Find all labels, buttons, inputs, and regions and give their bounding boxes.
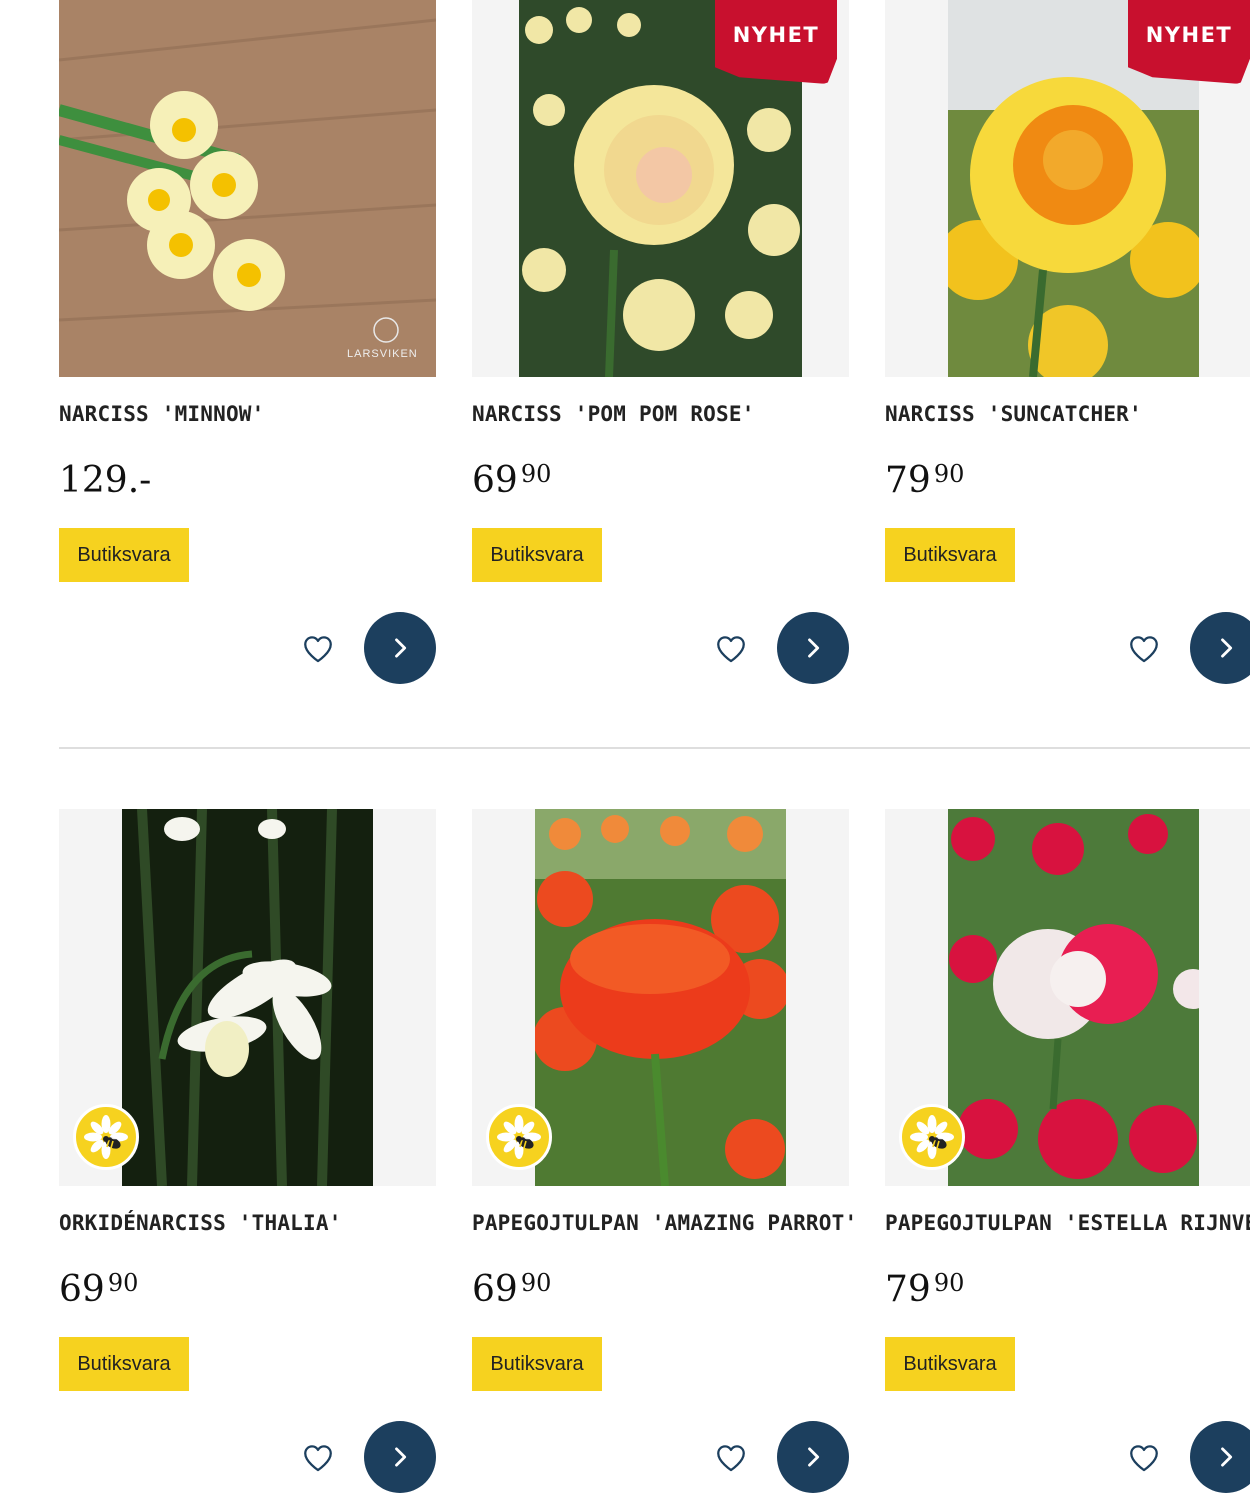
chevron-right-icon: [386, 634, 414, 662]
chevron-right-icon: [1212, 1443, 1240, 1471]
heart-icon: [1127, 632, 1161, 666]
bee-friendly-icon: [902, 1107, 962, 1167]
product-price: 69 90: [472, 460, 551, 501]
product-title[interactable]: PAPEGOJTULPAN 'AMAZING PARROT': [472, 1211, 857, 1235]
product-title[interactable]: PAPEGOJTULPAN 'ESTELLA RIJNVELD': [885, 1211, 1250, 1235]
store-item-tag: Butiksvara: [59, 1337, 189, 1391]
view-product-button[interactable]: [777, 612, 849, 684]
price-main: 79: [885, 460, 931, 501]
price-decimals: 90: [107, 1269, 139, 1297]
product-photo: [122, 809, 373, 1186]
heart-icon: [1127, 1441, 1161, 1475]
view-product-button[interactable]: [1190, 1421, 1250, 1493]
favorite-button[interactable]: [1123, 1437, 1165, 1479]
price-main: 69: [472, 460, 518, 501]
bee-friendly-icon: [76, 1107, 136, 1167]
favorite-button[interactable]: [297, 628, 339, 670]
bee-friendly-badge: [899, 1104, 965, 1170]
heart-icon: [714, 632, 748, 666]
price-decimals: 90: [933, 460, 965, 488]
favorite-button[interactable]: [710, 628, 752, 670]
chevron-right-icon: [1212, 634, 1240, 662]
chevron-right-icon: [799, 1443, 827, 1471]
favorite-button[interactable]: [297, 1437, 339, 1479]
chevron-right-icon: [386, 1443, 414, 1471]
product-image[interactable]: NYHET: [472, 0, 849, 377]
bee-friendly-badge: [73, 1104, 139, 1170]
product-price: 79 90: [885, 460, 964, 501]
product-image[interactable]: LARSVIKEN: [59, 0, 436, 377]
price-decimals: 90: [520, 460, 552, 488]
store-item-tag: Butiksvara: [472, 528, 602, 582]
store-item-tag: Butiksvara: [885, 528, 1015, 582]
price-main: 69: [472, 1269, 518, 1310]
product-price: 69 90: [472, 1269, 551, 1310]
favorite-button[interactable]: [710, 1437, 752, 1479]
new-badge: NYHET: [715, 0, 837, 84]
brand-watermark: LARSVIKEN: [347, 348, 418, 360]
favorite-button[interactable]: [1123, 628, 1165, 670]
product-title[interactable]: NARCISS 'SUNCATCHER': [885, 402, 1142, 426]
product-image[interactable]: NYHET: [885, 0, 1250, 377]
new-badge: NYHET: [1128, 0, 1250, 84]
product-price: 69 90: [59, 1269, 138, 1310]
view-product-button[interactable]: [777, 1421, 849, 1493]
price-main: 79: [885, 1269, 931, 1310]
product-image[interactable]: [59, 809, 436, 1186]
product-title[interactable]: ORKIDÉNARCISS 'THALIA': [59, 1211, 342, 1235]
heart-icon: [301, 632, 335, 666]
view-product-button[interactable]: [364, 612, 436, 684]
product-title[interactable]: NARCISS 'MINNOW': [59, 402, 265, 426]
store-item-tag: Butiksvara: [885, 1337, 1015, 1391]
product-price: 129.-: [59, 460, 154, 501]
product-photo: [59, 0, 436, 377]
heart-icon: [714, 1441, 748, 1475]
store-item-tag: Butiksvara: [472, 1337, 602, 1391]
product-photo: [948, 809, 1199, 1186]
chevron-right-icon: [799, 634, 827, 662]
product-image[interactable]: [472, 809, 849, 1186]
product-title[interactable]: NARCISS 'POM POM ROSE': [472, 402, 755, 426]
bee-friendly-icon: [489, 1107, 549, 1167]
product-photo: [535, 809, 786, 1186]
bee-friendly-badge: [486, 1104, 552, 1170]
row-divider: [59, 747, 1250, 749]
heart-icon: [301, 1441, 335, 1475]
product-price: 79 90: [885, 1269, 964, 1310]
view-product-button[interactable]: [364, 1421, 436, 1493]
view-product-button[interactable]: [1190, 612, 1250, 684]
store-item-tag: Butiksvara: [59, 528, 189, 582]
price-decimals: 90: [933, 1269, 965, 1297]
product-image[interactable]: [885, 809, 1250, 1186]
price-decimals: 90: [520, 1269, 552, 1297]
price-main: 129.-: [59, 460, 152, 501]
price-main: 69: [59, 1269, 105, 1310]
